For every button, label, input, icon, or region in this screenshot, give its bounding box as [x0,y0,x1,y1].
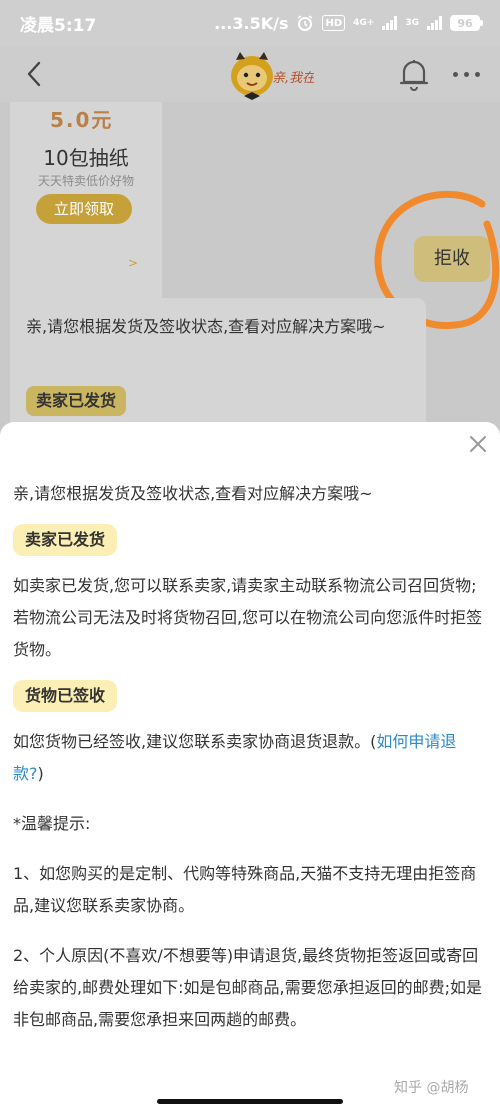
tip-2: 2、个人原因(不喜欢/不想要等)申请退货,最终货物拒签返回或寄回给卖家的,邮费处… [13,946,482,1029]
tips-title: *温馨提示: [13,814,91,833]
section-tag-shipped: 卖家已发货 [13,524,118,556]
svg-text:亲,我在: 亲,我在 [272,71,314,86]
sheet-intro: 亲,请您根据发货及签收状态,查看对应解决方案哦~ [13,484,373,503]
alarm-icon [296,14,314,32]
bot-message-bubble: 亲,请您根据发货及签收状态,查看对应解决方案哦~ 卖家已发货 [10,298,426,432]
more-dot-icon [452,71,458,77]
promo-card[interactable]: 5.0元 10包抽纸 天天特卖低价好物 立即领取 > [10,102,162,320]
bot-message-text: 亲,请您根据发货及签收状态,查看对应解决方案哦~ [26,317,386,336]
network-type-icon: 4G+ [353,17,375,28]
promo-price: 5.0元 [50,108,114,132]
home-indicator[interactable] [157,1099,343,1104]
chevron-right-icon: > [128,256,139,270]
section-tag-received: 货物已签收 [13,680,118,712]
status-bar: 凌晨5:17 ...3.5K/s HD 4G+ 3G 96 [0,0,500,46]
network-type-icon-2: 3G [405,17,419,28]
bottom-sheet: 亲,请您根据发货及签收状态,查看对应解决方案哦~ 卖家已发货 如卖家已发货,您可… [0,422,500,1111]
mascot-logo: 亲,我在 [228,50,317,100]
hd-icon: HD [322,15,346,31]
close-button[interactable] [466,432,490,456]
bot-message-tag[interactable]: 卖家已发货 [26,386,127,416]
tip-1: 1、如您购买的是定制、代购等特殊商品,天猫不支持无理由拒签商品,建议您联系卖家协… [13,864,477,915]
signal-icon [382,16,398,30]
signal-icon-2 [427,16,442,30]
section-text-shipped: 如卖家已发货,您可以联系卖家,请卖家主动联系物流公司召回货物;若物流公司无法及时… [13,576,483,659]
more-dot-icon [474,71,480,77]
nav-bar: 亲,我在 [0,46,500,102]
notification-bell-button[interactable] [398,56,430,92]
status-time: 凌晨5:17 [20,15,97,36]
battery-icon: 96 [450,15,483,31]
bell-icon [399,60,429,91]
section-text-received: 如您货物已经签收,建议您联系卖家协商退货退款。(如何申请退款?) [13,726,487,790]
chevron-left-icon [27,61,41,87]
section-text-received-before: 如您货物已经签收,建议您联系卖家协商退货退款。( [13,732,377,751]
chat-area: 5.0元 10包抽纸 天天特卖低价好物 立即领取 > 拒收 亲,请您根据发货及签… [0,102,500,432]
sheet-content: 亲,请您根据发货及签收状态,查看对应解决方案哦~ 卖家已发货 如卖家已发货,您可… [13,478,487,1036]
section-text-received-after: ) [37,764,44,783]
more-options-button[interactable] [446,56,486,92]
promo-subtitle: 天天特卖低价好物 [37,174,134,188]
watermark: 知乎 @胡杨 [394,1080,469,1096]
promo-title: 10包抽纸 [43,146,129,170]
close-icon [470,436,486,452]
claim-now-button[interactable]: 立即领取 [36,194,132,224]
more-dot-icon [463,71,469,77]
net-speed: ...3.5K/s [214,13,289,33]
back-button[interactable] [16,56,52,92]
status-icons: ...3.5K/s HD 4G+ 3G 96 [214,13,483,33]
